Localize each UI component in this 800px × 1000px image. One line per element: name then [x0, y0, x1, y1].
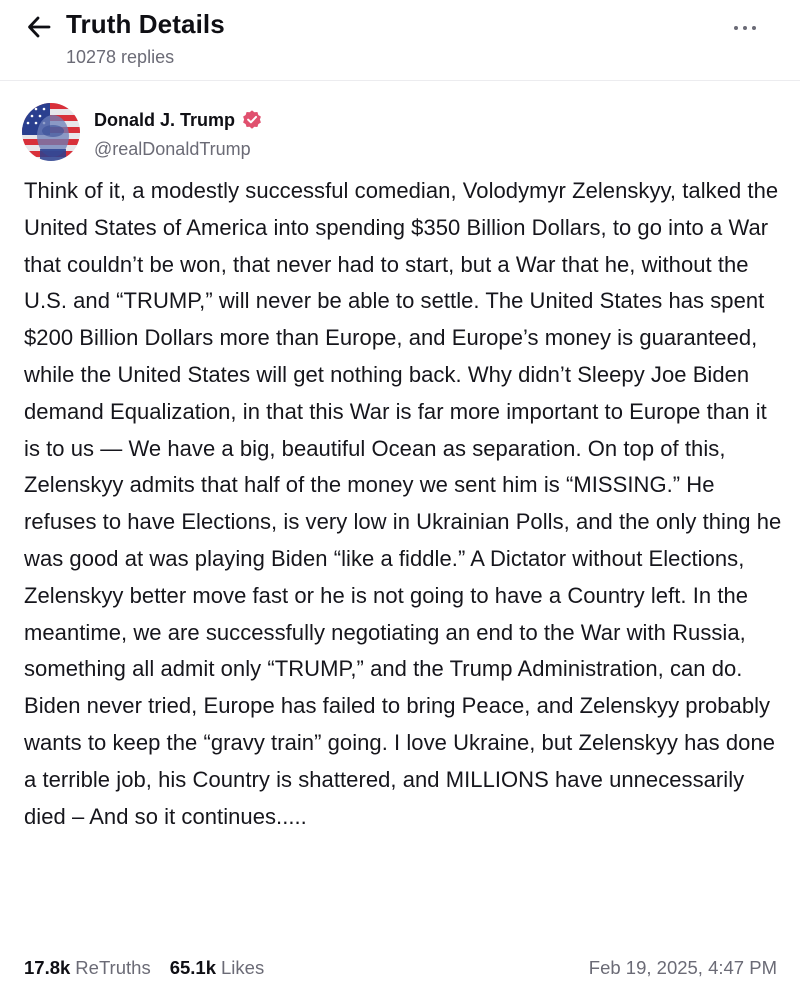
top-bar: Truth Details 10278 replies — [0, 0, 800, 81]
retruths-label: ReTruths — [75, 957, 151, 978]
author-handle[interactable]: @realDonaldTrump — [94, 139, 251, 160]
avatar[interactable] — [22, 103, 80, 161]
avatar-image — [22, 103, 80, 161]
page-title: Truth Details — [66, 9, 225, 39]
post-timestamp: Feb 19, 2025, 4:47 PM — [588, 957, 777, 978]
reply-count: 10278 replies — [66, 47, 175, 67]
author-name-text: Donald J. Trump — [94, 109, 236, 130]
arrow-left-icon — [28, 16, 51, 38]
author-name[interactable]: Donald J. Trump — [94, 109, 263, 131]
verified-badge-icon — [243, 110, 261, 129]
likes-label: Likes — [221, 957, 265, 978]
more-horizontal-icon — [733, 25, 739, 31]
back-button[interactable] — [24, 13, 54, 41]
retruths-stat[interactable]: 17.8k ReTruths — [24, 957, 151, 979]
retruths-count: 17.8k — [24, 957, 71, 978]
likes-count: 65.1k — [169, 957, 216, 978]
post-stats: 17.8k ReTruths 65.1k Likes — [24, 957, 264, 979]
more-options-button[interactable] — [728, 18, 762, 38]
post-text: Think of it, a modestly successful comed… — [24, 178, 782, 829]
likes-stat[interactable]: 65.1k Likes — [170, 957, 265, 979]
